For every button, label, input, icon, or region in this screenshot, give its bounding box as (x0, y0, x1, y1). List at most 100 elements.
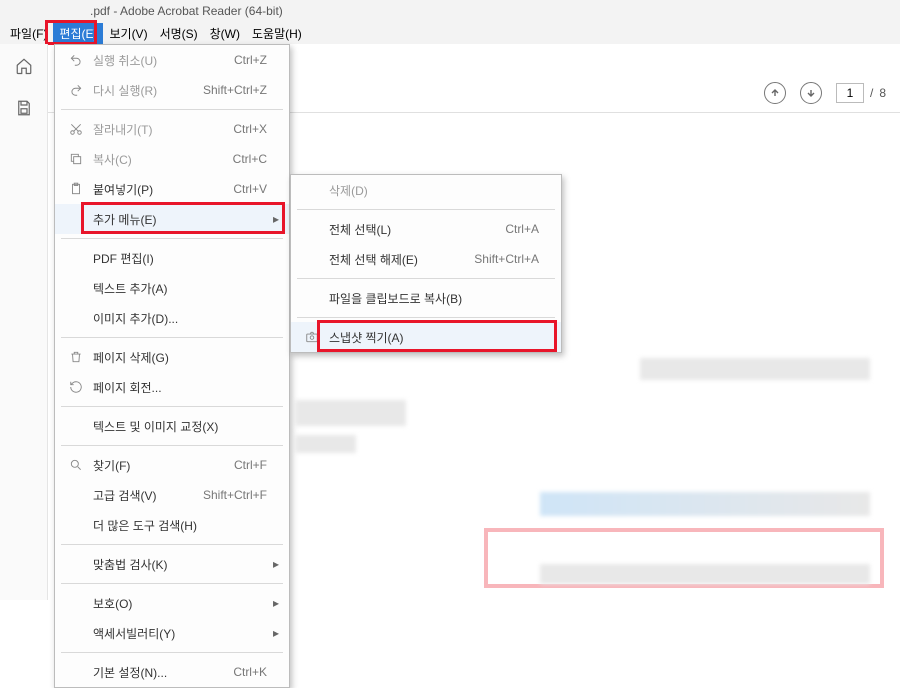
page-separator: / (870, 86, 873, 100)
edit-menu-item-17[interactable]: 찾기(F)Ctrl+F (55, 450, 289, 480)
search-icon (65, 458, 87, 472)
sub-menu-item-5[interactable]: 파일을 클립보드로 복사(B) (291, 283, 561, 313)
edit-menu-item-15[interactable]: 텍스트 및 이미지 교정(X) (55, 411, 289, 441)
menu-item-label: 다시 실행(R) (87, 82, 173, 99)
submenu-arrow-icon: ▸ (273, 596, 279, 610)
menu-separator (61, 337, 283, 338)
edit-menu-item-5[interactable]: 붙여넣기(P)Ctrl+V (55, 174, 289, 204)
window-title: .pdf - Adobe Acrobat Reader (64-bit) (0, 0, 900, 22)
menu-item-label: 텍스트 추가(A) (87, 280, 267, 297)
sub-menu-item-2[interactable]: 전체 선택(L)Ctrl+A (291, 214, 561, 244)
menu-separator (61, 406, 283, 407)
menu-3[interactable]: 서명(S) (154, 23, 204, 44)
edit-menu-item-3: 잘라내기(T)Ctrl+X (55, 114, 289, 144)
menu-item-accel: Shift+Ctrl+F (173, 488, 267, 502)
submenu-arrow-icon: ▸ (273, 557, 279, 571)
menu-item-label: 보호(O) (87, 595, 267, 612)
menu-item-label: 파일을 클립보드로 복사(B) (323, 290, 539, 307)
edit-menu-item-8[interactable]: PDF 편집(I) (55, 243, 289, 273)
menu-separator (61, 445, 283, 446)
menu-5[interactable]: 도움말(H) (246, 23, 308, 44)
page-total: 8 (879, 86, 886, 100)
edit-menu-item-10[interactable]: 이미지 추가(D)... (55, 303, 289, 333)
menu-item-label: 전체 선택 해제(E) (323, 251, 444, 268)
blurred-content (640, 358, 870, 380)
page-controls: / 8 (764, 82, 886, 104)
sub-menu-item-7[interactable]: 스냅샷 찍기(A) (291, 322, 561, 352)
edit-menu-item-1: 다시 실행(R)Shift+Ctrl+Z (55, 75, 289, 105)
menu-item-label: 텍스트 및 이미지 교정(X) (87, 418, 267, 435)
menu-item-accel: Ctrl+C (177, 152, 267, 166)
edit-menu-item-23[interactable]: 보호(O) ▸ (55, 588, 289, 618)
menu-separator (61, 238, 283, 239)
submenu-arrow-icon: ▸ (273, 212, 279, 226)
menu-1[interactable]: 편집(E) (53, 23, 103, 44)
edit-menu-item-6[interactable]: 추가 메뉴(E) ▸ (55, 204, 289, 234)
menu-item-label: 찾기(F) (87, 457, 177, 474)
edit-menu-item-0: 실행 취소(U)Ctrl+Z (55, 45, 289, 75)
home-button[interactable] (10, 52, 38, 80)
edit-menu-item-21[interactable]: 맞춤법 검사(K) ▸ (55, 549, 289, 579)
menu-separator (61, 583, 283, 584)
menu-item-label: 이미지 추가(D)... (87, 310, 267, 327)
menu-separator (61, 109, 283, 110)
menu-item-label: 전체 선택(L) (323, 221, 449, 238)
edit-menu-item-24[interactable]: 액세서빌러티(Y) ▸ (55, 618, 289, 648)
edit-menu-item-19[interactable]: 더 많은 도구 검색(H) (55, 510, 289, 540)
copy-icon (65, 152, 87, 166)
paste-icon (65, 182, 87, 196)
menu-item-accel: Ctrl+K (177, 665, 267, 679)
menu-item-accel: Shift+Ctrl+Z (173, 83, 267, 97)
menu-item-label: 실행 취소(U) (87, 52, 177, 69)
menu-item-label: 페이지 회전... (87, 379, 267, 396)
menu-item-accel: Ctrl+F (177, 458, 267, 472)
menu-item-label: 붙여넣기(P) (87, 181, 177, 198)
menu-2[interactable]: 보기(V) (103, 23, 153, 44)
trash-icon (65, 350, 87, 364)
cut-icon (65, 122, 87, 136)
page-up-button[interactable] (764, 82, 786, 104)
menu-4[interactable]: 창(W) (204, 23, 246, 44)
menu-item-label: 페이지 삭제(G) (87, 349, 267, 366)
menu-item-accel: Shift+Ctrl+A (444, 252, 539, 266)
edit-menu-item-13[interactable]: 페이지 회전... (55, 372, 289, 402)
page-down-button[interactable] (800, 82, 822, 104)
menu-item-accel: Ctrl+A (449, 222, 539, 236)
left-toolbar (0, 44, 48, 600)
edit-menu-item-4: 복사(C)Ctrl+C (55, 144, 289, 174)
rotate-icon (65, 380, 87, 394)
page-number-input[interactable] (836, 83, 864, 103)
menu-item-label: 추가 메뉴(E) (87, 211, 267, 228)
menu-item-label: PDF 편집(I) (87, 250, 267, 267)
submenu-arrow-icon: ▸ (273, 626, 279, 640)
menu-item-label: 기본 설정(N)... (87, 664, 177, 681)
sub-menu-item-3[interactable]: 전체 선택 해제(E)Shift+Ctrl+A (291, 244, 561, 274)
edit-menu-item-9[interactable]: 텍스트 추가(A) (55, 273, 289, 303)
menu-separator (297, 317, 555, 318)
blurred-content (296, 435, 356, 453)
undo-icon (65, 53, 87, 67)
edit-menu-dropdown: 실행 취소(U)Ctrl+Z다시 실행(R)Shift+Ctrl+Z잘라내기(T… (54, 44, 290, 688)
menu-item-accel: Ctrl+V (177, 182, 267, 196)
edit-menu-item-26[interactable]: 기본 설정(N)...Ctrl+K (55, 657, 289, 687)
edit-menu-item-18[interactable]: 고급 검색(V)Shift+Ctrl+F (55, 480, 289, 510)
menu-item-accel: Ctrl+X (177, 122, 267, 136)
menu-item-accel: Ctrl+Z (177, 53, 267, 67)
menu-item-label: 스냅샷 찍기(A) (323, 329, 539, 346)
save-button[interactable] (10, 94, 38, 122)
menu-separator (61, 652, 283, 653)
menu-item-label: 액세서빌러티(Y) (87, 625, 267, 642)
menu-item-label: 더 많은 도구 검색(H) (87, 517, 267, 534)
redo-icon (65, 83, 87, 97)
menu-item-label: 맞춤법 검사(K) (87, 556, 267, 573)
menu-separator (61, 544, 283, 545)
blurred-content (540, 492, 870, 516)
edit-menu-item-12[interactable]: 페이지 삭제(G) (55, 342, 289, 372)
menu-0[interactable]: 파일(F) (4, 23, 53, 44)
menu-separator (297, 209, 555, 210)
menu-item-label: 삭제(D) (323, 182, 539, 199)
additional-menu-submenu: 삭제(D)전체 선택(L)Ctrl+A전체 선택 해제(E)Shift+Ctrl… (290, 174, 562, 353)
sub-menu-item-0: 삭제(D) (291, 175, 561, 205)
menu-item-label: 잘라내기(T) (87, 121, 177, 138)
menu-bar: 파일(F)편집(E)보기(V)서명(S)창(W)도움말(H) (0, 22, 900, 44)
